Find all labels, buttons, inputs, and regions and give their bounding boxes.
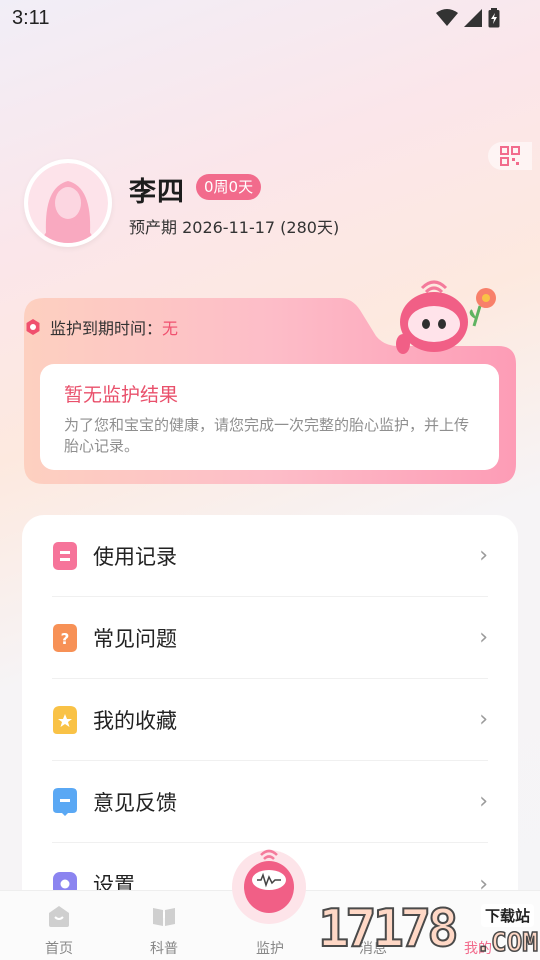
menu-item-label: 常见问题 [93,626,177,651]
status-icons [436,8,500,28]
nav-label: 监护 [256,941,284,957]
nav-label: 首页 [45,941,73,957]
no-result-description: 为了您和宝宝的健康，请您完成一次完整的胎心监护，并上传胎心记录。 [64,416,470,455]
record-icon [52,541,78,571]
watermark-tag: 下载站 [480,904,534,927]
expire-row: 监护到期时间：无 [24,316,178,338]
status-bar: 3:11 [0,0,540,36]
svg-text:?: ? [61,630,70,648]
signal-icon [464,9,482,27]
menu-item-favorites[interactable]: 我的收藏 › [52,679,488,761]
watermark-domain: .COM [475,927,539,959]
alert-flower-icon [26,319,40,335]
no-result-title: 暂无监护结果 [64,384,179,406]
site-watermark: 17178 下载站 .COM [317,898,540,960]
question-icon: ? [52,623,78,653]
menu-item-label: 使用记录 [93,544,177,569]
watermark-number: 17178 [317,898,460,960]
robot-mascot-icon [396,280,496,354]
expire-value: 无 [162,319,179,338]
avatar[interactable] [24,159,112,247]
woman-avatar-icon [42,181,94,243]
expire-label: 监护到期时间：无 [50,319,179,338]
chevron-right-icon: › [479,707,488,732]
monitor-center-icon[interactable] [230,845,308,925]
menu-item-feedback[interactable]: 意见反馈 › [52,761,488,843]
nav-label: 科普 [150,941,178,957]
qr-code-button[interactable] [488,142,532,170]
nav-home[interactable]: 首页 [19,903,99,958]
chevron-right-icon: › [479,789,488,814]
due-date: 预产期 2026-11-17 (280天) [129,218,340,237]
status-time: 3:11 [12,7,50,29]
home-icon [46,903,72,929]
chevron-right-icon: › [479,625,488,650]
nav-science[interactable]: 科普 [124,903,204,958]
menu-item-faq[interactable]: ? 常见问题 › [52,597,488,679]
feedback-icon [52,787,78,817]
book-icon [151,903,177,929]
menu-item-label: 我的收藏 [93,708,177,733]
qr-code-icon [500,146,520,166]
pregnancy-week-badge: 0周0天 [196,174,262,200]
star-icon [52,705,78,735]
menu-item-usage-record[interactable]: 使用记录 › [52,515,488,597]
profile-name: 李四 [129,177,185,208]
wifi-icon [436,9,458,26]
chevron-right-icon: › [479,543,488,568]
monitor-result-box: 暂无监护结果 为了您和宝宝的健康，请您完成一次完整的胎心监护，并上传胎心记录。 [40,364,499,470]
battery-icon [488,8,500,28]
menu-item-label: 意见反馈 [93,790,177,815]
